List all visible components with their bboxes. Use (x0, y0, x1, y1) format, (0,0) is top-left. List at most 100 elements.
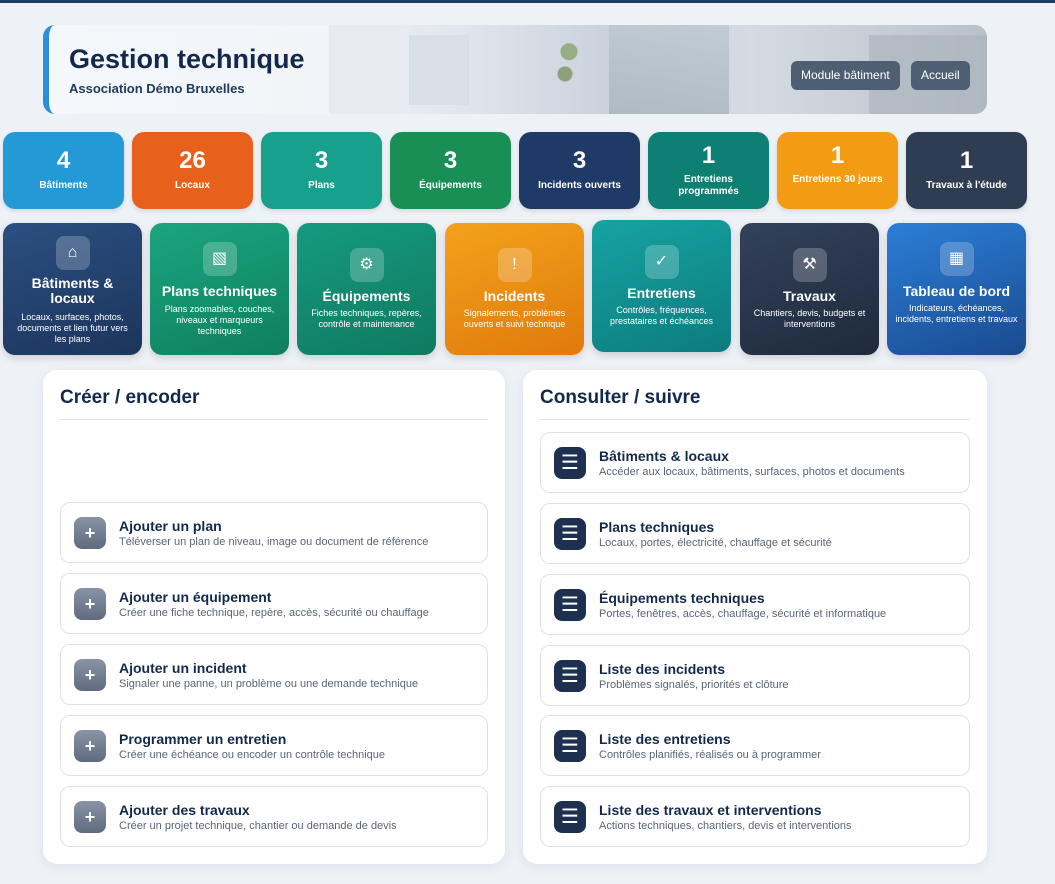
stat-entretiens-programmes[interactable]: 1 Entretiens programmés (648, 132, 769, 209)
stat-value: 26 (179, 147, 206, 174)
stat-value: 3 (443, 147, 458, 174)
module-batiments-locaux[interactable]: ⌂ Bâtiments & locaux Locaux, surfaces, p… (3, 223, 142, 355)
divider (540, 419, 970, 420)
stat-label: Équipements (419, 180, 482, 191)
list-icon: ☰ (554, 801, 586, 833)
module-travaux[interactable]: ⚒ Travaux Chantiers, devis, budgets et i… (740, 223, 879, 355)
plus-icon: + (74, 517, 106, 549)
item-description: Signaler une panne, un problème ou une d… (119, 678, 419, 690)
gear-icon: ⚙ (349, 248, 384, 282)
add-works-button[interactable]: + Ajouter des travaux Créer un projet te… (60, 786, 488, 847)
module-title: Incidents (483, 288, 546, 304)
module-entretiens[interactable]: ✓ Entretiens Contrôles, fréquences, pres… (592, 220, 731, 352)
stat-travaux-etude[interactable]: 1 Travaux à l'étude (906, 132, 1027, 209)
header-background-image (409, 35, 469, 105)
consult-entretiens-link[interactable]: ☰ Liste des entretiens Contrôles planifi… (540, 715, 970, 776)
item-title: Plans techniques (599, 519, 715, 535)
page-header: Gestion technique Association Démo Bruxe… (43, 25, 987, 114)
home-button[interactable]: Accueil (911, 61, 970, 90)
item-title: Ajouter un incident (119, 660, 247, 676)
stat-label: Plans (308, 180, 335, 191)
module-title: Bâtiments & locaux (31, 275, 114, 306)
header-background-image (329, 25, 399, 114)
module-description: Plans zoomables, couches, niveaux et mar… (164, 304, 275, 336)
header-background-image (609, 25, 729, 114)
item-description: Problèmes signalés, priorités et clôture (599, 679, 789, 691)
module-title: Équipements (322, 288, 411, 304)
add-equipment-button[interactable]: + Ajouter un équipement Créer une fiche … (60, 573, 488, 634)
stat-plans[interactable]: 3 Plans (261, 132, 382, 209)
list-icon: ☰ (554, 730, 586, 762)
create-panel: Créer / encoder + Ajouter un plan Téléve… (43, 370, 505, 864)
module-description: Fiches techniques, repères, contrôle et … (311, 308, 422, 329)
list-icon: ☰ (554, 660, 586, 692)
module-equipements[interactable]: ⚙ Équipements Fiches techniques, repères… (297, 223, 436, 355)
item-title: Ajouter un équipement (119, 589, 272, 605)
item-description: Accéder aux locaux, bâtiments, surfaces,… (599, 466, 905, 478)
divider (60, 419, 488, 420)
stat-locaux[interactable]: 26 Locaux (132, 132, 253, 209)
page-title: Gestion technique (69, 44, 305, 74)
item-description: Locaux, portes, électricité, chauffage e… (599, 537, 832, 549)
module-batiment-button[interactable]: Module bâtiment (791, 61, 900, 90)
plus-icon: + (74, 801, 106, 833)
plus-icon: + (74, 730, 106, 762)
module-plans-techniques[interactable]: ▧ Plans techniques Plans zoomables, couc… (150, 223, 289, 355)
stat-value: 3 (572, 147, 587, 174)
panel-title: Consulter / suivre (540, 387, 701, 408)
schedule-maintenance-button[interactable]: + Programmer un entretien Créer une éché… (60, 715, 488, 776)
consult-plans-link[interactable]: ☰ Plans techniques Locaux, portes, élect… (540, 503, 970, 564)
list-icon: ☰ (554, 518, 586, 550)
organization-name: Association Démo Bruxelles (69, 81, 245, 96)
item-description: Actions techniques, chantiers, devis et … (599, 820, 852, 832)
stat-value: 1 (959, 147, 974, 174)
item-description: Téléverser un plan de niveau, image ou d… (119, 536, 429, 548)
item-description: Créer un projet technique, chantier ou d… (119, 820, 397, 832)
module-description: Contrôles, fréquences, prestataires et é… (609, 305, 714, 326)
panel-title: Créer / encoder (60, 387, 200, 408)
stat-entretiens-30-jours[interactable]: 1 Entretiens 30 jours (777, 132, 898, 209)
add-plan-button[interactable]: + Ajouter un plan Téléverser un plan de … (60, 502, 488, 563)
stat-label: Bâtiments (39, 180, 88, 191)
stat-label: Travaux à l'étude (926, 180, 1007, 191)
list-icon: ☰ (554, 589, 586, 621)
module-title: Tableau de bord (902, 283, 1011, 299)
item-title: Ajouter des travaux (119, 802, 250, 818)
add-incident-button[interactable]: + Ajouter un incident Signaler une panne… (60, 644, 488, 705)
stat-batiments[interactable]: 4 Bâtiments (3, 132, 124, 209)
stat-value: 3 (314, 147, 329, 174)
header-background-image (549, 25, 589, 114)
consult-incidents-link[interactable]: ☰ Liste des incidents Problèmes signalés… (540, 645, 970, 706)
consult-travaux-link[interactable]: ☰ Liste des travaux et interventions Act… (540, 786, 970, 847)
stat-equipements[interactable]: 3 Équipements (390, 132, 511, 209)
item-description: Portes, fenêtres, accès, chauffage, sécu… (599, 608, 887, 620)
plan-icon: ▧ (202, 242, 237, 276)
module-description: Locaux, surfaces, photos, documents et l… (17, 312, 128, 344)
module-incidents[interactable]: ! Incidents Signalements, problèmes ouve… (445, 223, 584, 355)
item-title: Bâtiments & locaux (599, 448, 729, 464)
stats-row: 4 Bâtiments 26 Locaux 3 Plans 3 Équipeme… (3, 132, 1027, 209)
stat-value: 1 (701, 142, 716, 169)
consult-batiments-link[interactable]: ☰ Bâtiments & locaux Accéder aux locaux,… (540, 432, 970, 493)
item-title: Ajouter un plan (119, 518, 222, 534)
stat-label: Entretiens 30 jours (792, 174, 883, 185)
stat-incidents-ouverts[interactable]: 3 Incidents ouverts (519, 132, 640, 209)
item-title: Liste des entretiens (599, 731, 731, 747)
item-description: Créer une échéance ou encoder un contrôl… (119, 749, 386, 761)
module-description: Chantiers, devis, budgets et interventio… (753, 308, 866, 329)
module-title: Travaux (783, 288, 836, 304)
consult-equipements-link[interactable]: ☰ Équipements techniques Portes, fenêtre… (540, 574, 970, 635)
module-tableau-de-bord[interactable]: ▦ Tableau de bord Indicateurs, échéances… (887, 223, 1026, 355)
item-description: Contrôles planifiés, réalisés ou à progr… (599, 749, 821, 761)
alert-icon: ! (497, 248, 532, 282)
item-title: Liste des incidents (599, 661, 726, 677)
home-icon: ⌂ (55, 236, 90, 270)
stat-value: 4 (56, 147, 71, 174)
item-description: Créer une fiche technique, repère, accès… (119, 607, 429, 619)
module-description: Signalements, problèmes ouverts et suivi… (463, 308, 566, 329)
check-icon: ✓ (644, 245, 679, 279)
module-title: Entretiens (627, 285, 696, 301)
stat-label: Entretiens programmés (678, 174, 739, 197)
grid-icon: ▦ (939, 242, 974, 276)
list-icon: ☰ (554, 447, 586, 479)
